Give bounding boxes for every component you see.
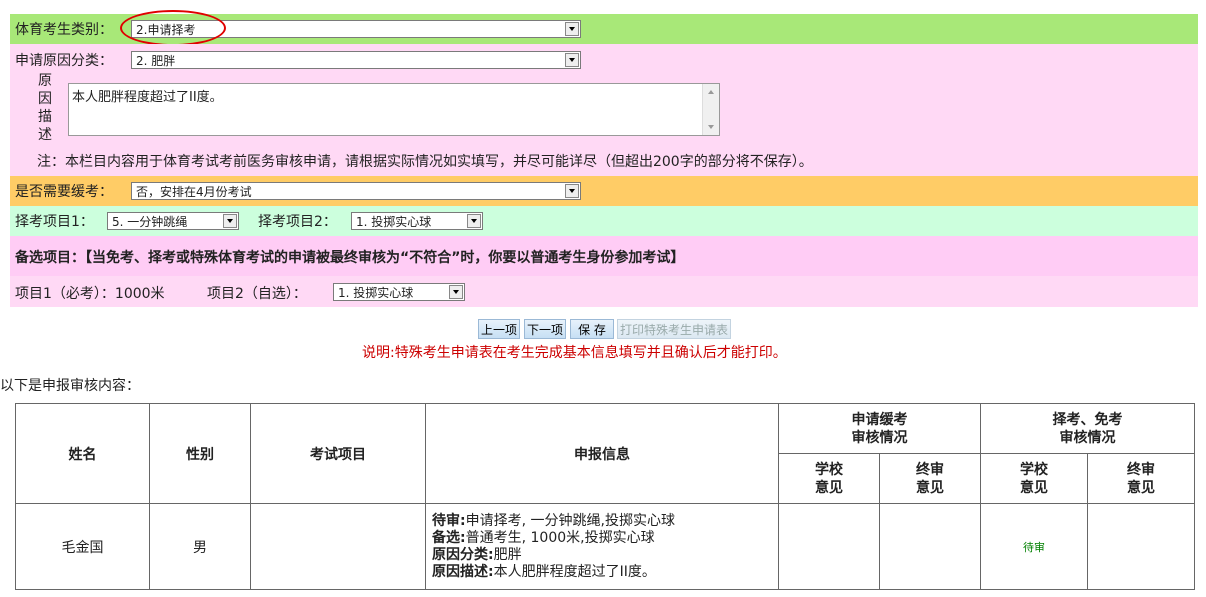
header-exam: 考试项目 <box>250 403 426 504</box>
textarea-scrollbar[interactable] <box>702 84 719 135</box>
header-info: 申报信息 <box>425 403 779 504</box>
cell-defer-final <box>879 503 981 590</box>
review-title: 以下是申报审核内容： <box>0 378 140 394</box>
chevron-down-icon <box>467 214 481 228</box>
desc-label: 原 因 描 述 <box>38 73 52 143</box>
items-item1-label: 项目1（必考）：1000米 <box>15 286 165 302</box>
review-table: 姓名 性别 考试项目 申报信息 申请缓考 审核情况 择考、免考 审核情况 学校 … <box>15 403 1195 590</box>
items-item2-select[interactable]: 1. 投掷实心球 <box>333 283 465 301</box>
cell-name: 毛金国 <box>15 503 150 590</box>
chevron-down-icon <box>223 214 237 228</box>
cell-defer-school <box>778 503 880 590</box>
print-note: 说明:特殊考生申请表在考生完成基本信息填写并且确认后才能打印。 <box>362 345 787 361</box>
header-choose-final: 终审 意见 <box>1087 453 1195 504</box>
header-defer-final: 终审 意见 <box>879 453 981 504</box>
choose-item1-label: 择考项目1： <box>15 214 94 230</box>
items-row <box>10 276 1198 307</box>
cell-exam <box>250 503 426 590</box>
header-choose-school: 学校 意见 <box>980 453 1088 504</box>
choose-item2-label: 择考项目2： <box>258 214 337 230</box>
chevron-down-icon <box>565 184 579 198</box>
scroll-up-icon <box>708 90 714 94</box>
cell-choose-school: 待审 <box>980 503 1088 590</box>
table-row: 毛金国 男 待审:申请择考, 一分钟跳绳,投掷实心球 备选:普通考生, 1000… <box>15 503 1195 590</box>
reason-label: 申请原因分类： <box>15 53 113 69</box>
header-gender: 性别 <box>149 403 251 504</box>
header-defer-school: 学校 意见 <box>778 453 880 504</box>
header-choose: 择考、免考 审核情况 <box>980 403 1195 454</box>
reason-select[interactable]: 2. 肥胖 <box>131 51 581 69</box>
reason-note: 注：本栏目内容用于体育考试考前医务审核申请，请根据实际情况如实填写，并尽可能详尽… <box>37 154 813 170</box>
scroll-down-icon <box>708 125 714 129</box>
cell-gender: 男 <box>149 503 251 590</box>
category-label: 体育考生类别： <box>15 22 113 38</box>
choose-item2-select[interactable]: 1. 投掷实心球 <box>351 212 483 230</box>
chevron-down-icon <box>565 53 579 67</box>
backup-text: 备选项目：【当免考、择考或特殊体育考试的申请被最终审核为“不符合”时，你要以普通… <box>15 250 685 266</box>
header-name: 姓名 <box>15 403 150 504</box>
items-item2-label: 项目2（自选）： <box>207 286 307 302</box>
defer-select[interactable]: 否，安排在4月份考试 <box>131 182 581 200</box>
status-badge: 待审 <box>1023 540 1045 554</box>
chevron-down-icon <box>565 22 579 36</box>
reason-description-textarea[interactable]: 本人肥胖程度超过了II度。 <box>68 83 720 136</box>
cell-choose-final <box>1087 503 1195 590</box>
next-button[interactable]: 下一项 <box>524 319 566 339</box>
header-defer: 申请缓考 审核情况 <box>778 403 981 454</box>
highlight-ellipse <box>120 10 226 46</box>
prev-button[interactable]: 上一项 <box>478 319 520 339</box>
print-button[interactable]: 打印特殊考生申请表 <box>617 319 731 339</box>
cell-info: 待审:申请择考, 一分钟跳绳,投掷实心球 备选:普通考生, 1000米,投掷实心… <box>425 503 779 590</box>
chevron-down-icon <box>449 285 463 299</box>
defer-label: 是否需要缓考： <box>15 184 113 200</box>
save-button[interactable]: 保 存 <box>570 319 614 339</box>
choose-item1-select[interactable]: 5. 一分钟跳绳 <box>107 212 239 230</box>
